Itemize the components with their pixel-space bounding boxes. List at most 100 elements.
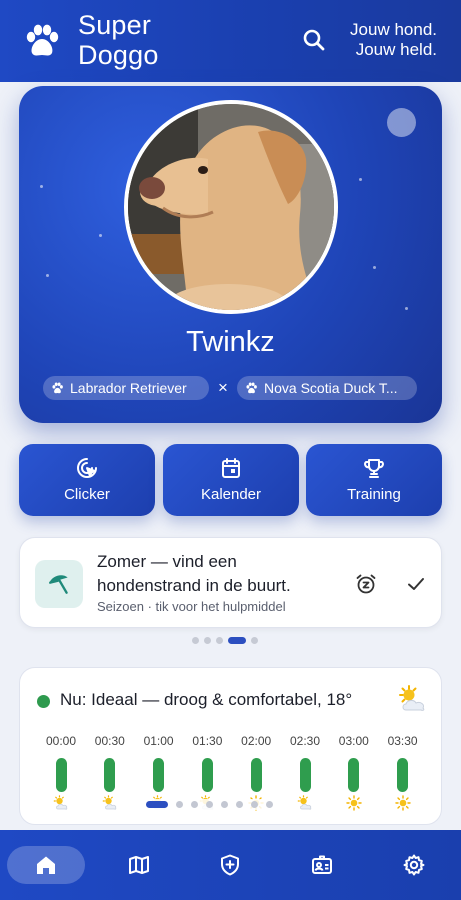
breed-label-2: Nova Scotia Duck T... [264,380,398,396]
snooze-button[interactable] [354,572,378,596]
app-brand: Super Doggo [78,10,159,70]
decor-star [405,307,408,310]
calendar-icon [222,458,240,478]
weather-slot-time: 03:30 [387,734,418,748]
weather-condition-bar [104,758,116,792]
weather-slot: 03:00 [332,734,376,811]
weather-pager-dot[interactable] [191,801,198,808]
weather-pager-dot[interactable] [236,801,243,808]
weather-pager-dot[interactable] [176,801,183,808]
decor-star [99,234,102,237]
weather-now-text: Nu: Ideaal — droog & comfortabel, 18° [60,690,353,709]
weather-slot-time: 01:30 [192,734,223,748]
alarm-snooze-icon [356,574,376,594]
tip-carousel-indicator[interactable] [192,637,258,644]
calendar-button[interactable]: Kalender [163,444,299,516]
weather-condition-bar [299,758,311,792]
nav-health[interactable] [191,846,269,884]
dog-avatar[interactable] [124,100,338,314]
weather-pager-dot[interactable] [221,801,228,808]
calendar-label: Kalender [200,486,262,503]
weather-pager-dot[interactable] [266,801,273,808]
breed-label-1: Labrador Retriever [70,380,187,396]
weather-slot: 00:30 [88,734,132,811]
training-button[interactable]: Training [306,444,442,516]
weather-slot: 02:30 [283,734,327,811]
nav-id-card[interactable] [283,846,361,884]
weather-pager-dot[interactable] [206,801,213,808]
beach-umbrella-icon [49,575,68,594]
home-icon [37,856,55,874]
paw-icon [52,381,63,393]
tagline: Jouw hond. Jouw held. [350,20,437,60]
weather-condition-bar [250,758,262,792]
weather-slot: 03:30 [381,734,425,811]
sun-cloud-icon [297,795,313,811]
sun-cloud-icon [102,795,118,811]
tip-carousel-dot[interactable] [228,637,246,644]
check-icon [408,578,424,590]
shield-plus-icon [221,854,239,876]
weather-condition-bar [201,758,213,792]
nav-home[interactable] [7,846,85,884]
paw-icon [246,381,257,393]
dismiss-done-button[interactable] [404,572,428,596]
decor-star [46,274,49,277]
weather-pager-indicator[interactable] [140,799,279,810]
weather-status-dot [37,695,50,708]
tip-title: Zomer — vind een hondenstrand in de buur… [97,552,291,595]
sun-cloud-icon [53,795,69,811]
weather-condition-bar [348,758,360,792]
dog-profile-card[interactable]: Twinkz Labrador Retriever × Nova Scotia … [19,86,442,423]
weather-slot-time: 00:00 [45,734,77,748]
tagline-line-2: Jouw held. [355,40,437,59]
weather-condition-bar [397,758,409,792]
search-icon [303,29,325,51]
tagline-line-1: Jouw hond. [350,20,437,39]
moon-icon [387,108,416,137]
decor-star [373,266,376,269]
id-card-icon [312,855,332,874]
breed-chip-2[interactable]: Nova Scotia Duck T... [237,376,417,400]
tip-carousel-dot[interactable] [204,637,211,644]
search-button[interactable] [300,26,328,54]
tip-subtitle: Seizoen · tik voor het hulpmiddel [97,599,286,614]
training-label: Training [347,486,401,503]
clicker-button[interactable]: Clicker [19,444,155,516]
sun-icon [394,795,411,811]
weather-slot-time: 00:30 [94,734,125,748]
weather-condition-bar [55,758,67,792]
tip-carousel-dot[interactable] [251,637,258,644]
decor-star [40,185,43,188]
breed-chip-1[interactable]: Labrador Retriever [43,376,209,400]
trophy-icon [364,459,384,478]
tip-carousel-dot[interactable] [192,637,199,644]
sun-cloud-icon [399,685,425,711]
bottom-navigation [0,830,461,900]
gear-icon [403,854,425,876]
clicker-label: Clicker [64,486,110,503]
tip-carousel-dot[interactable] [216,637,223,644]
paw-logo-icon [26,24,59,56]
map-icon [129,856,149,874]
season-tip-card[interactable]: Zomer — vind een hondenstrand in de buur… [19,537,442,628]
brand-line-1: Super [78,10,152,40]
tip-icon-box [35,560,83,608]
app-header: Super Doggo Jouw hond. Jouw held. [0,0,461,82]
weather-slot-time: 01:00 [143,734,174,748]
weather-pager-dot[interactable] [251,801,258,808]
weather-slot: 00:00 [39,734,83,811]
nav-map[interactable] [100,846,178,884]
brand-line-2: Doggo [78,40,159,70]
decor-star [359,178,362,181]
sun-icon [346,795,362,811]
nav-settings[interactable] [375,846,453,884]
dog-photo-illustration [128,104,334,310]
weather-condition-bar [153,758,165,792]
weather-slot-time: 02:30 [289,734,321,748]
weather-slot-time: 03:00 [338,734,369,748]
weather-slot-time: 02:00 [241,734,272,748]
dog-name: Twinkz [186,326,275,358]
weather-pager-dot[interactable] [146,801,168,808]
cursor-click-icon [77,458,97,478]
